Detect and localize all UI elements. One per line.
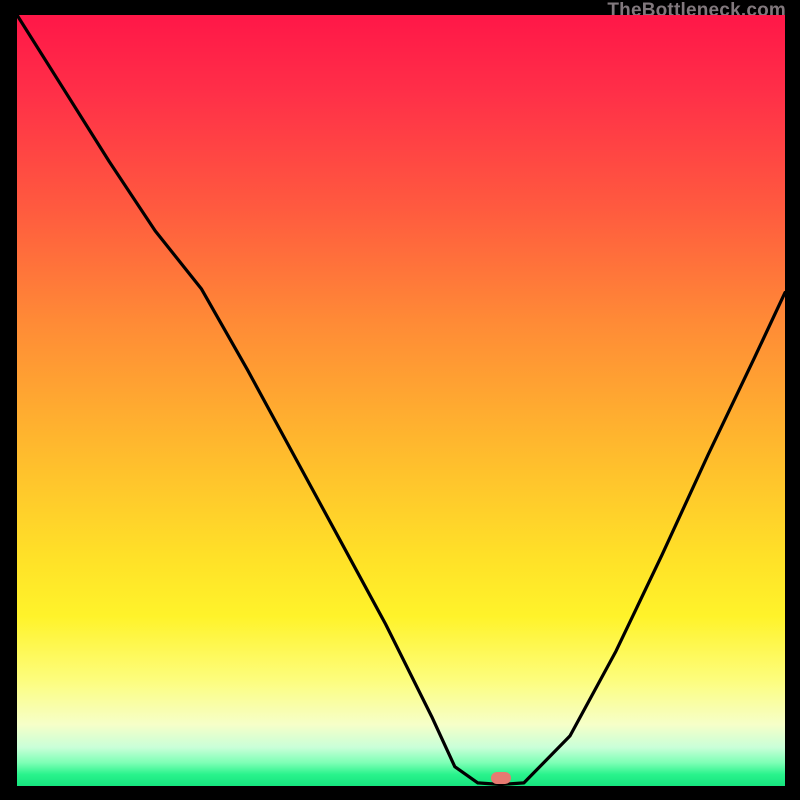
bottleneck-curve (17, 15, 785, 786)
plot-area (17, 15, 785, 786)
optimal-marker (491, 772, 511, 784)
chart-frame: TheBottleneck.com (0, 0, 800, 800)
